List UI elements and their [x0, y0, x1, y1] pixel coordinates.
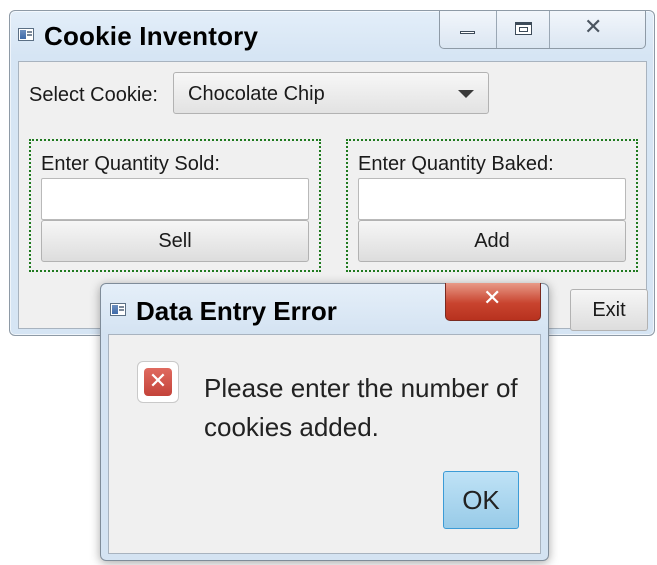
close-icon: ✕: [584, 15, 603, 40]
maximize-button[interactable]: [496, 11, 549, 48]
sold-group: Enter Quantity Sold: Sell: [29, 139, 321, 272]
quantity-sold-input[interactable]: [41, 178, 309, 220]
data-entry-error-dialog: Data Entry Error ✕ ✕ Please enter the nu…: [100, 283, 549, 561]
cookie-select-value: Chocolate Chip: [188, 83, 325, 105]
close-icon: ✕: [483, 286, 502, 311]
baked-group: Enter Quantity Baked: Add: [346, 139, 638, 272]
add-button[interactable]: Add: [358, 220, 626, 262]
dialog-title: Data Entry Error: [136, 296, 337, 326]
app-window-icon: [18, 28, 34, 41]
quantity-baked-input[interactable]: [358, 178, 626, 220]
exit-button[interactable]: Exit: [570, 289, 648, 331]
quantity-sold-label: Enter Quantity Sold:: [41, 153, 220, 175]
error-message: Please enter the number of cookies added…: [204, 373, 518, 442]
app-window-icon: [110, 303, 126, 316]
caption-buttons: ✕: [439, 11, 646, 49]
close-button[interactable]: ✕: [549, 11, 645, 48]
ok-button[interactable]: OK: [443, 471, 519, 529]
window-title: Cookie Inventory: [44, 21, 259, 51]
minimize-button[interactable]: [440, 11, 496, 48]
maximize-icon: [515, 22, 532, 35]
error-icon: ✕: [137, 361, 179, 403]
select-cookie-label: Select Cookie:: [29, 84, 158, 106]
sell-button[interactable]: Sell: [41, 220, 309, 262]
dialog-content: ✕ Please enter the number of cookies add…: [108, 334, 541, 554]
minimize-icon: [460, 31, 475, 34]
cookie-select[interactable]: Chocolate Chip: [173, 72, 489, 114]
chevron-down-icon: [458, 90, 474, 98]
title-bar[interactable]: Cookie Inventory ✕: [10, 11, 654, 61]
quantity-baked-label: Enter Quantity Baked:: [358, 153, 554, 175]
dialog-close-button[interactable]: ✕: [445, 283, 541, 321]
